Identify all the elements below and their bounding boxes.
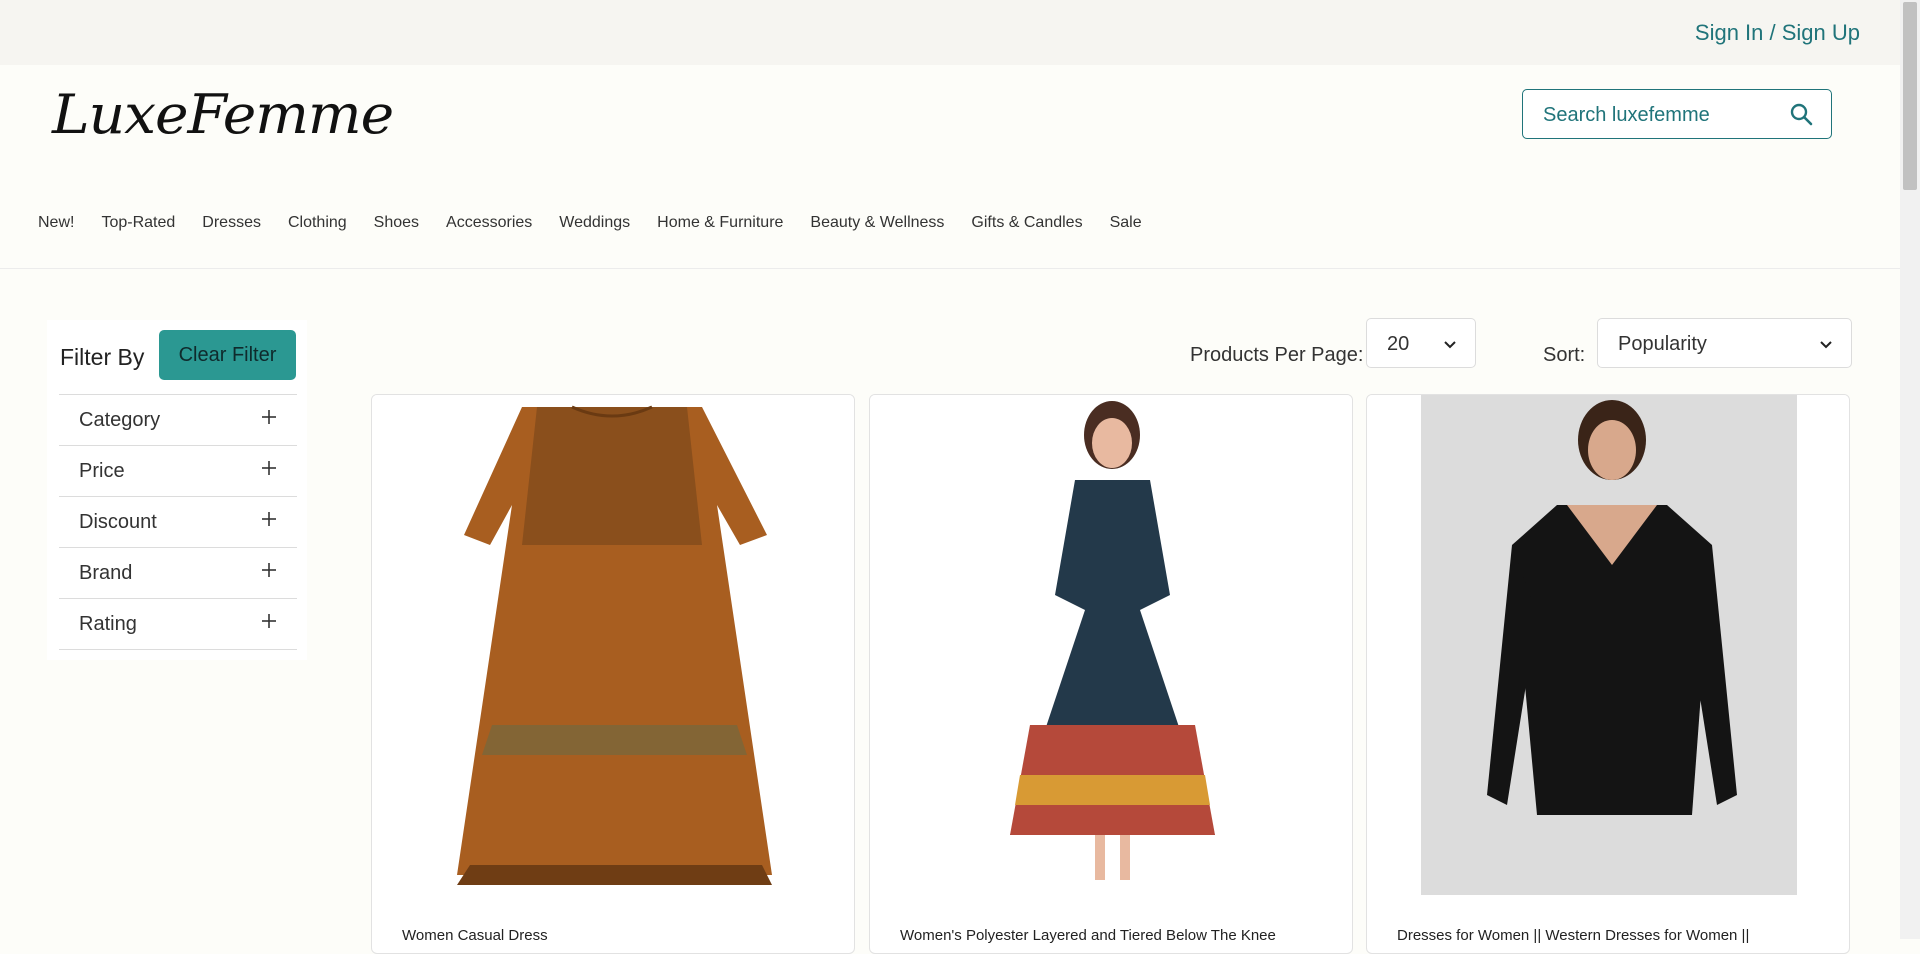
- site-logo[interactable]: LuxeFemme: [52, 83, 394, 146]
- plus-icon: [261, 409, 277, 430]
- product-title[interactable]: Women Casual Dress: [402, 927, 822, 944]
- plus-icon: [261, 460, 277, 481]
- nav-item-clothing[interactable]: Clothing: [288, 214, 347, 232]
- filter-label: Price: [79, 460, 125, 482]
- nav-item-shoes[interactable]: Shoes: [374, 214, 419, 232]
- filter-brand[interactable]: Brand: [59, 547, 297, 598]
- filter-label: Brand: [79, 562, 133, 584]
- nav-item-top-rated[interactable]: Top-Rated: [101, 214, 175, 232]
- filter-label: Category: [79, 409, 161, 431]
- product-title[interactable]: Women's Polyester Layered and Tiered Bel…: [900, 927, 1320, 944]
- product-card[interactable]: Dresses for Women || Western Dresses for…: [1366, 394, 1850, 954]
- nav-item-home-furniture[interactable]: Home & Furniture: [657, 214, 783, 232]
- filter-list: Category Price Discount Brand Rating: [59, 394, 297, 650]
- per-page-select[interactable]: 20: [1366, 318, 1476, 368]
- filter-title: Filter By: [60, 344, 145, 370]
- nav-item-dresses[interactable]: Dresses: [202, 214, 261, 232]
- search-icon[interactable]: [1789, 102, 1813, 131]
- per-page-value: 20: [1387, 333, 1410, 355]
- sign-in-link[interactable]: Sign In / Sign Up: [1695, 20, 1860, 46]
- listing-controls: Products Per Page: 20 Sort: Popularity: [1180, 318, 1852, 378]
- plus-icon: [261, 613, 277, 634]
- chevron-down-icon: [1443, 337, 1457, 355]
- filter-label: Discount: [79, 511, 157, 533]
- per-page-label: Products Per Page:: [1190, 344, 1364, 366]
- main-nav: New! Top-Rated Dresses Clothing Shoes Ac…: [0, 178, 1900, 269]
- page-scrollbar[interactable]: [1900, 0, 1920, 939]
- filter-label: Rating: [79, 613, 137, 635]
- site-header: LuxeFemme: [0, 65, 1900, 179]
- nav-item-beauty-wellness[interactable]: Beauty & Wellness: [810, 214, 944, 232]
- nav-item-gifts-candles[interactable]: Gifts & Candles: [971, 214, 1082, 232]
- nav-item-new[interactable]: New!: [38, 214, 74, 232]
- nav-item-sale[interactable]: Sale: [1110, 214, 1142, 232]
- clear-filter-button[interactable]: Clear Filter: [159, 330, 296, 380]
- nav-item-weddings[interactable]: Weddings: [559, 214, 630, 232]
- sort-label: Sort:: [1543, 344, 1586, 366]
- top-bar: Sign In / Sign Up: [0, 0, 1900, 65]
- search-input[interactable]: [1541, 102, 1775, 128]
- plus-icon: [261, 511, 277, 532]
- filter-sidebar: Filter By Clear Filter Category Price Di…: [47, 320, 307, 660]
- product-card[interactable]: Women Casual Dress: [371, 394, 855, 954]
- sort-value: Popularity: [1618, 333, 1707, 355]
- filter-rating[interactable]: Rating: [59, 598, 297, 650]
- product-title[interactable]: Dresses for Women || Western Dresses for…: [1397, 927, 1817, 944]
- filter-discount[interactable]: Discount: [59, 496, 297, 547]
- filter-category[interactable]: Category: [59, 394, 297, 445]
- filter-price[interactable]: Price: [59, 445, 297, 496]
- product-image[interactable]: [870, 395, 1353, 895]
- product-image[interactable]: [1367, 395, 1850, 895]
- product-image[interactable]: [372, 395, 855, 895]
- product-card[interactable]: Women's Polyester Layered and Tiered Bel…: [869, 394, 1353, 954]
- nav-item-accessories[interactable]: Accessories: [446, 214, 532, 232]
- search-box: [1522, 89, 1832, 139]
- sort-select[interactable]: Popularity: [1597, 318, 1852, 368]
- plus-icon: [261, 562, 277, 583]
- chevron-down-icon: [1819, 337, 1833, 355]
- scrollbar-thumb[interactable]: [1903, 2, 1917, 190]
